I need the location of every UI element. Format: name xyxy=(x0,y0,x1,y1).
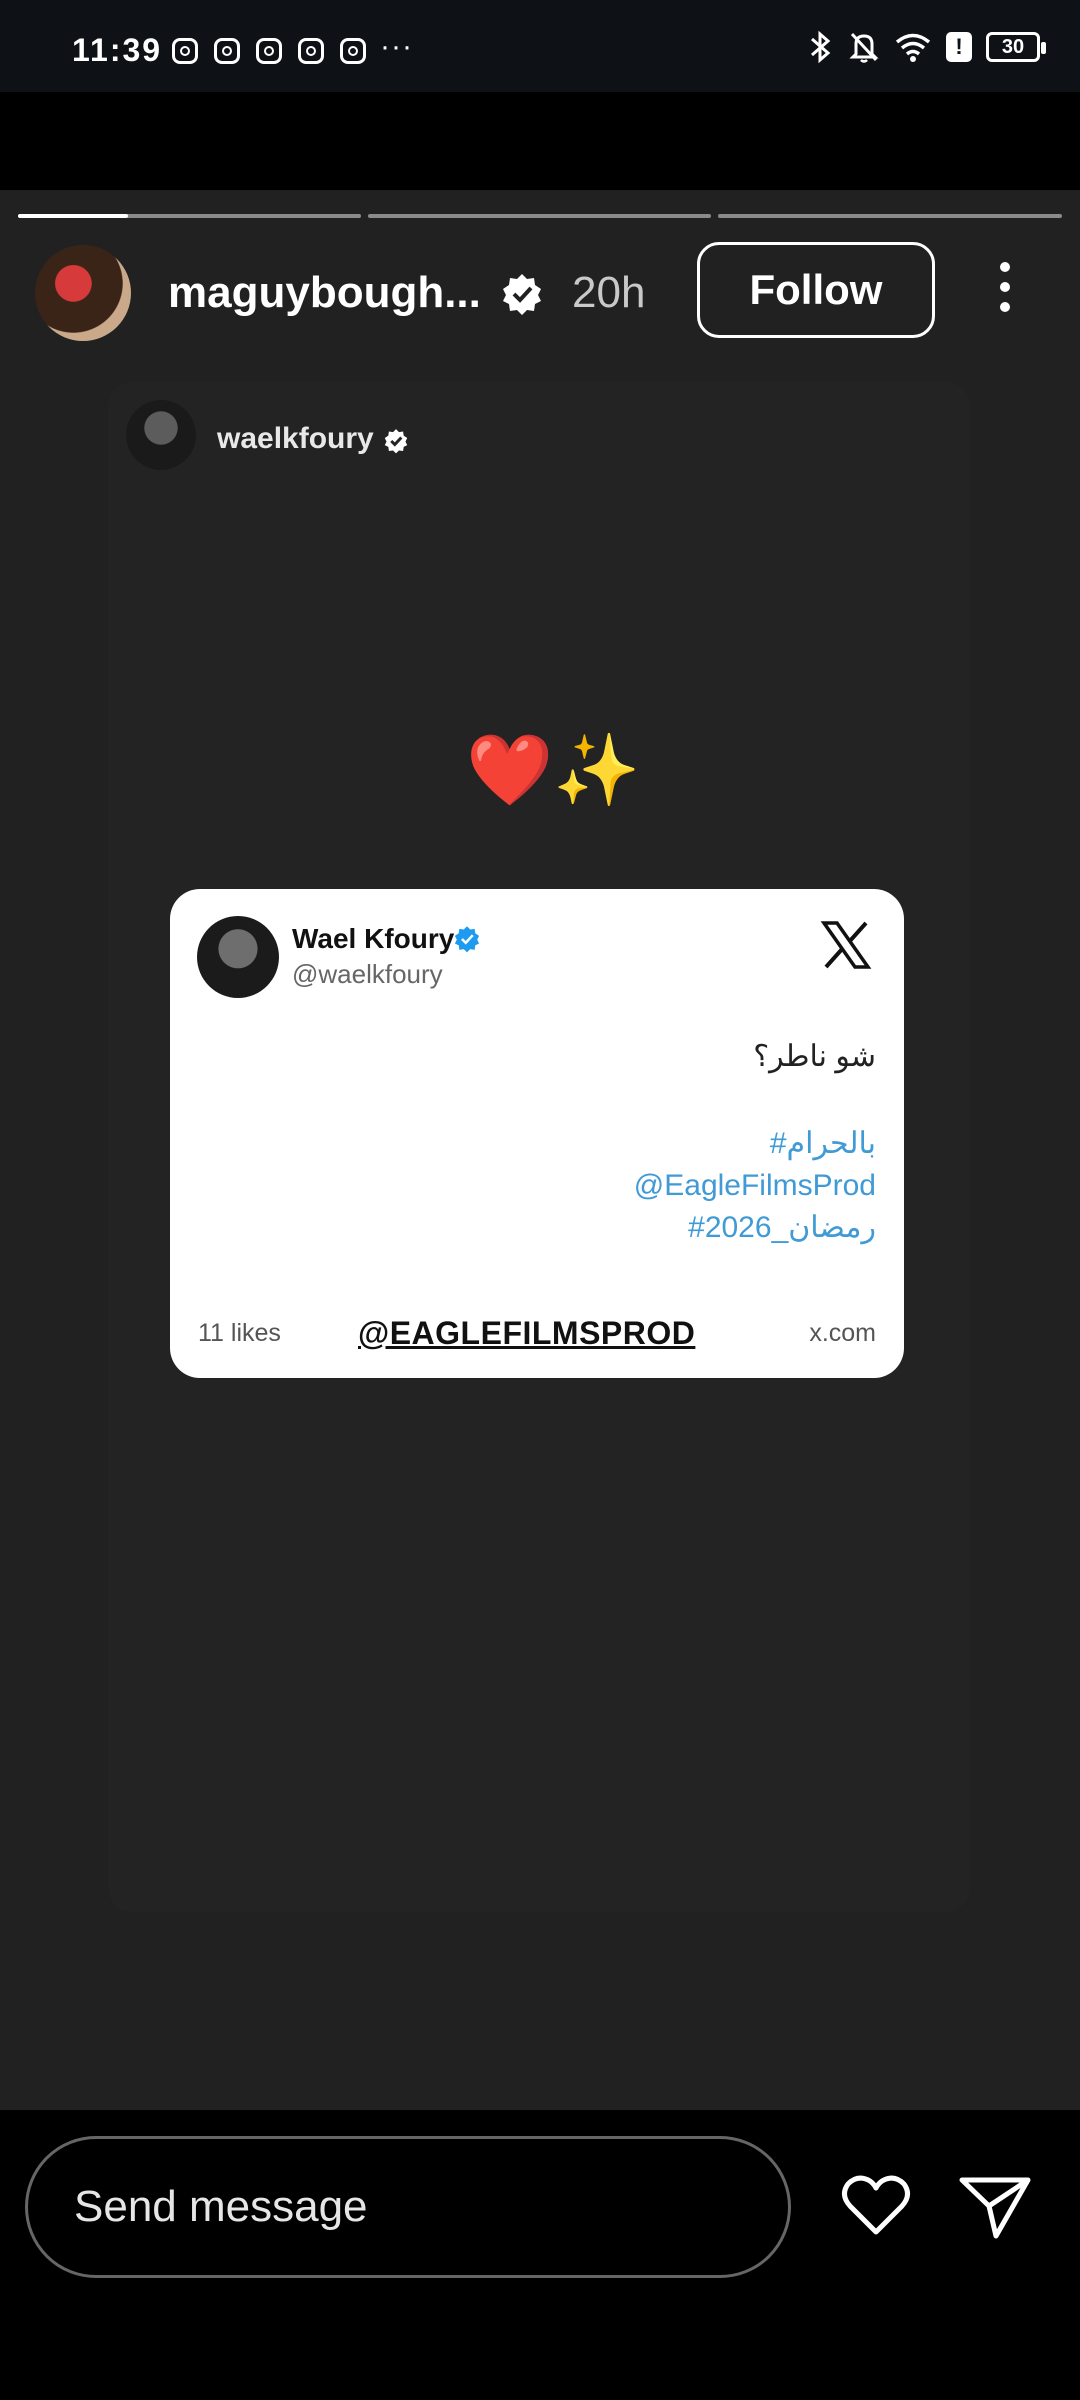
mention-link-sticker[interactable]: @EAGLEFILMSPROD xyxy=(358,1315,695,1352)
instagram-notification-icon xyxy=(172,38,198,64)
silent-bell-icon xyxy=(849,32,879,63)
tweet-source-domain: x.com xyxy=(809,1319,876,1347)
status-bar: 11:39 ··· ! 30 xyxy=(0,0,1080,92)
instagram-notification-icon xyxy=(340,38,366,64)
x-logo-icon xyxy=(820,921,872,969)
bluetooth-icon xyxy=(811,30,831,64)
send-paper-plane-icon[interactable] xyxy=(956,2168,1034,2244)
verified-badge-icon xyxy=(503,274,541,315)
verified-badge-icon xyxy=(384,429,408,454)
instagram-notification-icon xyxy=(298,38,324,64)
send-message-input[interactable] xyxy=(25,2136,791,2278)
tweet-text: شو ناطر؟ xyxy=(753,1040,876,1073)
tweet-likes-count: 11 likes xyxy=(198,1319,281,1347)
blue-verified-icon xyxy=(454,926,480,953)
follow-button[interactable]: Follow xyxy=(697,242,935,338)
tweet-author-name: Wael Kfoury xyxy=(292,923,455,954)
heart-sparkles-emoji: ❤️✨ xyxy=(466,731,641,809)
tweet-hashtag-link[interactable]: #بالحرام xyxy=(634,1123,876,1165)
repost-author-avatar[interactable] xyxy=(126,400,196,470)
story-progress-segment xyxy=(718,214,1062,218)
more-notifications-indicator: ··· xyxy=(380,30,413,63)
more-options-icon[interactable] xyxy=(990,262,1020,322)
tweet-hashtag-link[interactable]: #رمضان_2026 xyxy=(634,1207,876,1249)
repost-author-username[interactable]: waelkfoury xyxy=(217,422,374,456)
instagram-notification-icon xyxy=(214,38,240,64)
author-avatar[interactable] xyxy=(35,245,131,341)
story-progress-segment xyxy=(18,214,361,218)
wifi-icon xyxy=(895,33,931,62)
author-username[interactable]: maguybough... xyxy=(168,268,481,318)
status-time: 11:39 xyxy=(72,32,163,68)
tweet-author-avatar xyxy=(197,916,279,998)
battery-indicator: 30 xyxy=(986,32,1046,62)
tweet-mention-link[interactable]: @EagleFilmsProd xyxy=(634,1165,876,1207)
story-timestamp: 20h xyxy=(572,268,646,317)
instagram-notification-icon xyxy=(256,38,282,64)
story-progress-segment xyxy=(368,214,711,218)
like-heart-icon[interactable] xyxy=(838,2168,914,2244)
tweet-author-handle: @waelkfoury xyxy=(292,959,443,989)
tweet-tags: #بالحرام @EagleFilmsProd #رمضان_2026 xyxy=(634,1123,876,1249)
alert-icon: ! xyxy=(946,32,972,62)
story-progress-fill xyxy=(18,214,128,218)
tweet-sticker[interactable]: Wael Kfoury @waelkfoury شو ناطر؟ #بالحرا… xyxy=(170,889,904,1378)
